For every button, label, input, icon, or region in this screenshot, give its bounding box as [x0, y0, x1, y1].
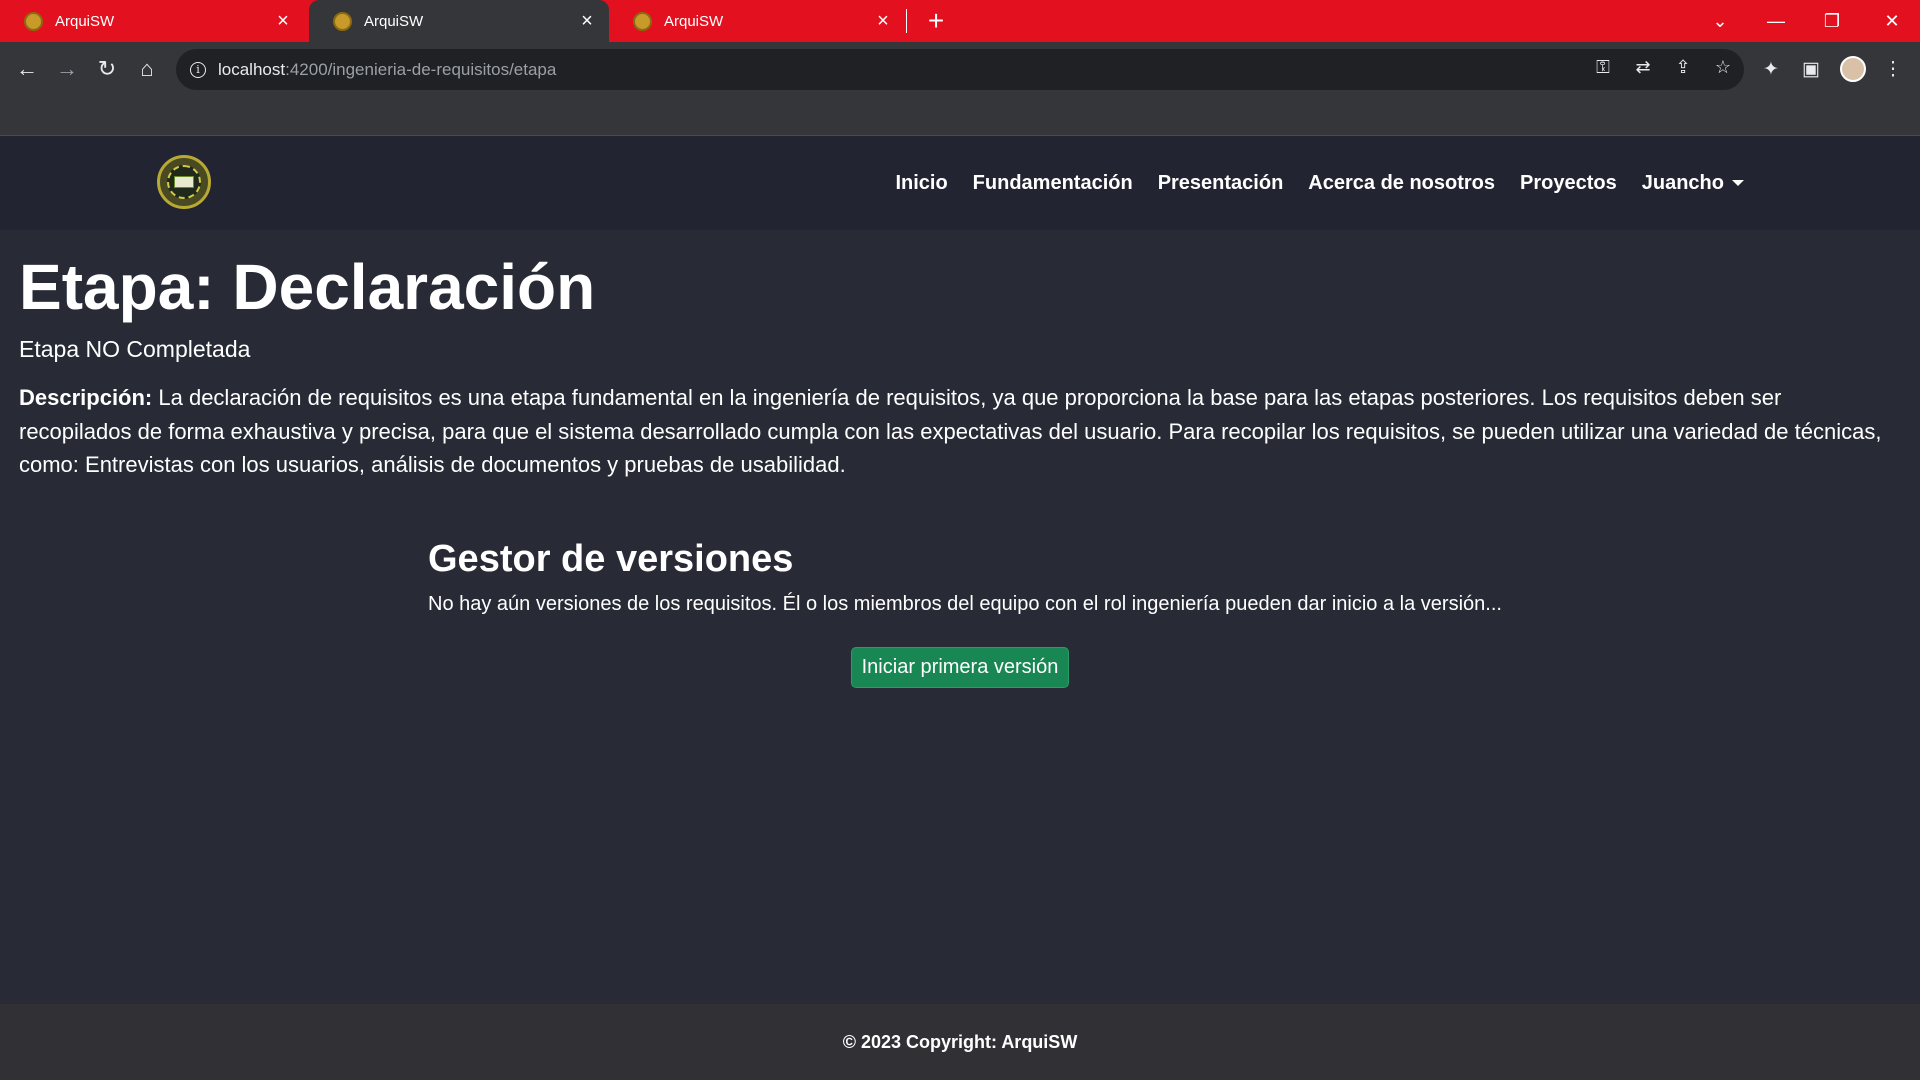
logo-seal [167, 165, 201, 199]
bookmark-star-icon[interactable]: ☆ [1712, 57, 1734, 78]
forward-icon[interactable]: → [52, 54, 82, 84]
favicon-icon [633, 11, 652, 31]
site-info-icon[interactable]: i [190, 61, 206, 78]
url-text[interactable]: localhost:4200/ingenieria-de-requisitos/… [218, 60, 556, 80]
tab-separator [906, 9, 907, 33]
bookmarks-bar [0, 97, 1920, 136]
version-manager: Gestor de versiones No hay aún versiones… [428, 538, 1528, 616]
url-host: localhost [218, 59, 286, 79]
tab-title: ArquiSW [364, 12, 424, 30]
tab-title: ArquiSW [55, 12, 115, 30]
chevron-down-icon [1732, 180, 1744, 187]
nav-link-presentacion[interactable]: Presentación [1158, 172, 1284, 195]
nav-links: Inicio Fundamentación Presentación Acerc… [895, 136, 1744, 230]
stage-description: Descripción: La declaración de requisito… [19, 381, 1889, 481]
translate-icon[interactable]: ⇄ [1632, 57, 1654, 78]
close-tab-icon[interactable]: × [577, 11, 597, 31]
menu-kebab-icon[interactable]: ⋮ [1878, 54, 1908, 84]
url-path: :4200/ingenieria-de-requisitos/etapa [285, 59, 557, 79]
nav-link-fundamentacion[interactable]: Fundamentación [973, 172, 1133, 195]
close-tab-icon[interactable]: × [873, 11, 893, 31]
browser-tab[interactable]: ArquiSW × [609, 0, 905, 42]
close-tab-icon[interactable]: × [273, 11, 293, 31]
page-title: Etapa: Declaración [19, 251, 596, 323]
nav-link-inicio[interactable]: Inicio [895, 172, 947, 195]
nav-link-acerca[interactable]: Acerca de nosotros [1308, 172, 1495, 195]
favicon-icon [333, 11, 352, 31]
logo-emblem [174, 176, 194, 188]
browser-tab[interactable]: ArquiSW × [0, 0, 305, 42]
share-icon[interactable]: ⇪ [1672, 57, 1694, 78]
extensions-icon[interactable]: ✦ [1756, 54, 1786, 84]
side-panel-icon[interactable]: ▣ [1796, 54, 1826, 84]
start-first-version-button[interactable]: Iniciar primera versión [851, 647, 1069, 688]
site-navbar: Inicio Fundamentación Presentación Acerc… [0, 136, 1920, 230]
minimize-icon[interactable]: — [1748, 0, 1804, 42]
site-logo[interactable] [157, 155, 211, 209]
version-manager-title: Gestor de versiones [428, 538, 794, 580]
profile-avatar[interactable] [1838, 54, 1868, 84]
favicon-icon [24, 11, 43, 31]
omnibox-actions: ⚿ ⇄ ⇪ ☆ [1592, 57, 1734, 78]
home-icon[interactable]: ⌂ [132, 54, 162, 84]
user-name: Juancho [1641, 171, 1724, 194]
avatar [1840, 56, 1866, 82]
back-icon[interactable]: ← [12, 54, 42, 84]
user-dropdown[interactable]: Juancho [1642, 172, 1744, 195]
restore-icon[interactable]: ❐ [1804, 0, 1860, 42]
browser-toolbar: ← → ↻ ⌂ i localhost:4200/ingenieria-de-r… [0, 42, 1920, 97]
description-text: La declaración de requisitos es una etap… [19, 385, 1882, 478]
main-content: Etapa: Declaración Etapa NO Completada D… [19, 230, 1899, 482]
address-bar[interactable]: i localhost:4200/ingenieria-de-requisito… [176, 49, 1744, 90]
nav-link-proyectos[interactable]: Proyectos [1520, 172, 1617, 195]
description-label: Descripción: [19, 385, 153, 411]
footer: © 2023 Copyright: ArquiSW [0, 1004, 1920, 1080]
key-icon[interactable]: ⚿ [1592, 57, 1614, 78]
browser-tab-active[interactable]: ArquiSW × [309, 0, 609, 42]
reload-icon[interactable]: ↻ [92, 54, 122, 84]
version-empty-message: No hay aún versiones de los requisitos. … [428, 593, 1502, 615]
copyright-text: © 2023 Copyright: ArquiSW [842, 1031, 1078, 1052]
tab-search-icon[interactable]: ⌄ [1692, 0, 1748, 42]
stage-status: Etapa NO Completada [19, 336, 251, 363]
close-window-icon[interactable]: ✕ [1864, 0, 1920, 42]
new-tab-button[interactable]: + [921, 6, 951, 36]
tab-strip: ArquiSW × ArquiSW × ArquiSW × + ⌄ — ❐ ✕ [0, 0, 1920, 42]
tab-title: ArquiSW [664, 12, 724, 30]
